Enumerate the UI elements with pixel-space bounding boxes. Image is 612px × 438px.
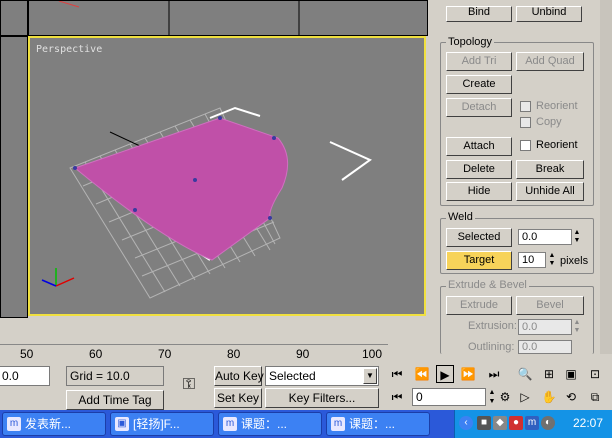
browser-icon: m <box>223 417 237 431</box>
ruler-tick-label: 70 <box>158 347 172 361</box>
weld-threshold-spinner[interactable]: ▲ ▼ <box>572 229 582 245</box>
system-tray: ‹ ■ ◆ ● m ◐ 22:07 <box>454 410 612 438</box>
status-bar: 0.0 Grid = 10.0 Add Time Tag ⚿ Auto Key … <box>0 362 612 410</box>
unhide-all-button[interactable]: Unhide All <box>516 182 584 201</box>
bevel-button[interactable]: Bevel <box>516 296 584 315</box>
ruler-tick-label: 100 <box>362 347 383 361</box>
weld-target-pixels-field[interactable]: 10 <box>518 252 546 268</box>
browser-icon: m <box>7 417 21 431</box>
extrusion-label: Extrusion: <box>468 320 517 332</box>
add-tri-button[interactable]: Add Tri <box>446 52 512 71</box>
taskbar-item-label: 课题：... <box>349 417 396 431</box>
taskbar-item[interactable]: m 发表新... <box>2 412 106 436</box>
extrude-button[interactable]: Extrude <box>446 296 512 315</box>
selection-set-value: Selected <box>269 369 316 383</box>
taskbar-item[interactable]: m 课题：... <box>326 412 430 436</box>
zoom-all-icon[interactable]: ⊞ <box>540 365 558 383</box>
reorient-label-attach: Reorient <box>536 139 578 151</box>
tray-app-icon[interactable]: ◆ <box>493 416 507 430</box>
reorient-checkbox-attach[interactable] <box>520 140 531 151</box>
arc-rotate-icon[interactable]: ⟲ <box>562 388 580 406</box>
go-to-start-icon[interactable]: ⏮ <box>388 365 406 383</box>
add-time-tag-button[interactable]: Add Time Tag <box>66 390 164 410</box>
taskbar-item[interactable]: ▣ [轻扬]F... <box>110 412 214 436</box>
copy-checkbox[interactable] <box>520 117 531 128</box>
viewport-perspective[interactable]: Perspective <box>28 36 426 316</box>
viewport-top[interactable] <box>28 0 428 36</box>
time-configuration-icon[interactable]: ⚙ <box>496 388 514 406</box>
set-key-button[interactable]: Set Key <box>214 388 262 408</box>
zoom-icon[interactable]: 🔍 <box>516 365 534 383</box>
outlining-label: Outlining: <box>468 341 515 353</box>
auto-key-button[interactable]: Auto Key <box>214 366 264 386</box>
attach-button[interactable]: Attach <box>446 137 512 156</box>
copy-label: Copy <box>536 116 562 128</box>
time-ruler[interactable]: 50 60 70 80 90 100 <box>0 344 388 363</box>
browser-icon: m <box>331 417 345 431</box>
weld-target-button[interactable]: Target <box>446 251 512 270</box>
taskbar-item-label: 发表新... <box>25 417 72 431</box>
weld-title: Weld <box>446 211 475 223</box>
tray-expand-icon[interactable]: ‹ <box>459 416 473 430</box>
hide-button[interactable]: Hide <box>446 182 512 201</box>
reorient-label-detach: Reorient <box>536 100 578 112</box>
delete-button[interactable]: Delete <box>446 160 512 179</box>
detach-button[interactable]: Detach <box>446 98 512 117</box>
perspective-scene <box>41 106 372 299</box>
ruler-tick-label: 80 <box>227 347 241 361</box>
editable-poly-mesh <box>73 117 289 261</box>
tray-app-icon[interactable]: ■ <box>477 416 491 430</box>
pan-hand-icon[interactable]: ✋ <box>540 388 558 406</box>
taskbar-item-label: 课题：... <box>241 417 288 431</box>
ruler-tick-label: 50 <box>20 347 34 361</box>
weld-selected-button[interactable]: Selected <box>446 228 512 247</box>
extrusion-field[interactable]: 0.0 <box>518 319 572 335</box>
field-of-view-icon[interactable]: ▷ <box>516 388 534 406</box>
ruler-tick-label: 90 <box>296 347 310 361</box>
maximize-viewport-icon[interactable]: ⧉ <box>586 388 604 406</box>
key-filters-button[interactable]: Key Filters... <box>265 388 379 408</box>
ruler-tick-label: 60 <box>89 347 103 361</box>
panel-scrollbar[interactable] <box>600 0 612 354</box>
tray-volume-icon[interactable]: ◐ <box>541 416 555 430</box>
weld-threshold-field[interactable]: 0.0 <box>518 229 572 245</box>
axis-tripod-icon <box>41 268 75 287</box>
add-quad-button[interactable]: Add Quad <box>516 52 584 71</box>
command-panel: Bind Unbind Topology Add Tri Add Quad Cr… <box>428 0 612 354</box>
grid-size-display: Grid = 10.0 <box>66 366 164 386</box>
zoom-extents-icon[interactable]: ▣ <box>562 365 580 383</box>
viewport-left[interactable] <box>0 36 28 318</box>
topology-title: Topology <box>446 36 495 48</box>
play-icon[interactable]: ▶ <box>436 365 454 383</box>
key-mode-icon[interactable]: ⚿ <box>176 376 202 394</box>
app-icon: ▣ <box>115 417 129 431</box>
extrude-bevel-title: Extrude & Bevel <box>446 279 529 291</box>
key-mode-toggle-icon[interactable]: ⏮ <box>388 388 406 406</box>
chevron-down-icon[interactable]: ▼ <box>363 368 377 384</box>
taskbar-item[interactable]: m 课题：... <box>218 412 322 436</box>
unbind-button[interactable]: Unbind <box>516 6 582 22</box>
tray-app-icon[interactable]: ● <box>509 416 523 430</box>
break-button[interactable]: Break <box>516 160 584 179</box>
next-frame-icon[interactable]: ⏩ <box>459 365 477 383</box>
extrusion-spinner[interactable]: ▲ ▼ <box>572 319 582 335</box>
pixels-label: pixels <box>560 255 589 267</box>
outlining-field[interactable]: 0.0 <box>518 340 572 354</box>
taskbar-clock[interactable]: 22:07 <box>573 416 603 430</box>
viewport-front-left[interactable] <box>0 0 28 36</box>
weld-target-spinner[interactable]: ▲ ▼ <box>547 252 557 268</box>
create-button[interactable]: Create <box>446 75 512 94</box>
go-to-end-icon[interactable]: ⏭ <box>485 365 503 383</box>
tray-app-icon[interactable]: m <box>525 416 539 430</box>
taskbar-item-label: [轻扬]F... <box>133 417 180 431</box>
previous-frame-icon[interactable]: ⏪ <box>413 365 431 383</box>
top-viewport-grid <box>58 1 300 35</box>
windows-taskbar: m 发表新... ▣ [轻扬]F... m 课题：... m 课题：... ‹ ■ ◆ … <box>0 410 612 438</box>
selection-set-dropdown[interactable]: Selected ▼ <box>265 366 379 386</box>
bind-button[interactable]: Bind <box>446 6 512 22</box>
current-frame-field[interactable]: 0 <box>412 388 486 406</box>
reorient-checkbox-detach[interactable] <box>520 101 531 112</box>
zoom-extents-all-icon[interactable]: ⊡ <box>586 365 604 383</box>
coord-z-field[interactable]: 0.0 <box>0 366 50 386</box>
